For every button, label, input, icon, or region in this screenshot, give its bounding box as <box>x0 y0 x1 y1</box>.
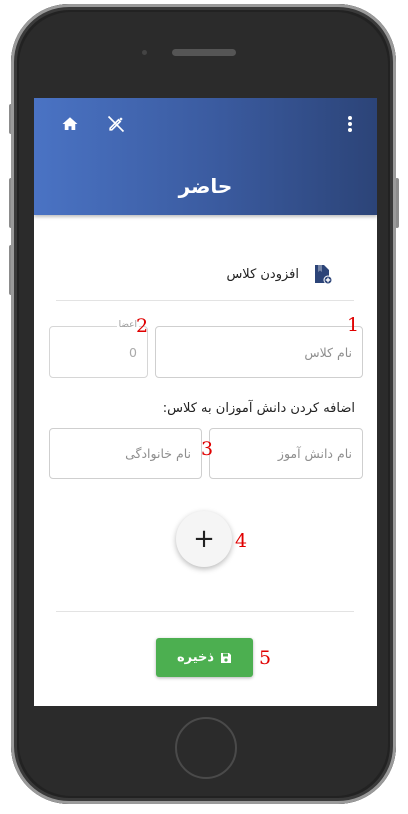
family-name-field[interactable] <box>49 428 202 479</box>
section-header: افزودن کلاس <box>226 263 333 285</box>
annotation-marker-5: 5 <box>259 647 272 669</box>
app-bar: حاضر <box>34 98 377 215</box>
app-screen: حاضر افزودن کلاس اعضا اضافه کردن دانش آم… <box>34 98 377 706</box>
members-field: اعضا <box>49 320 148 378</box>
app-title: حاضر <box>178 174 233 198</box>
members-input <box>50 327 147 377</box>
class-name-field[interactable] <box>155 326 363 378</box>
save-button-label: ذخیره <box>176 650 215 665</box>
add-document-icon <box>313 263 333 285</box>
class-name-input[interactable] <box>156 327 362 377</box>
more-vert-icon[interactable] <box>338 112 362 136</box>
phone-camera <box>142 50 147 55</box>
divider-top <box>56 300 354 301</box>
phone-speaker <box>172 49 236 56</box>
save-button[interactable]: ذخیره <box>156 638 253 677</box>
annotation-marker-4: 4 <box>235 530 248 552</box>
annotation-marker-2: 2 <box>136 315 149 337</box>
phone-home-button[interactable] <box>175 717 237 779</box>
student-name-input[interactable] <box>210 429 362 478</box>
home-icon[interactable] <box>58 112 82 136</box>
student-name-field[interactable] <box>209 428 363 479</box>
students-section-label: اضافه کردن دانش آموزان به کلاس: <box>162 401 355 416</box>
family-name-input[interactable] <box>50 429 201 478</box>
save-icon <box>220 652 232 664</box>
annotation-marker-3: 3 <box>201 438 214 460</box>
annotation-marker-1: 1 <box>347 314 360 336</box>
plus-icon: + <box>193 524 215 554</box>
edit-off-icon[interactable] <box>104 112 128 136</box>
add-student-button[interactable]: + <box>176 511 232 567</box>
divider-bottom <box>56 611 354 612</box>
section-title: افزودن کلاس <box>226 266 299 282</box>
